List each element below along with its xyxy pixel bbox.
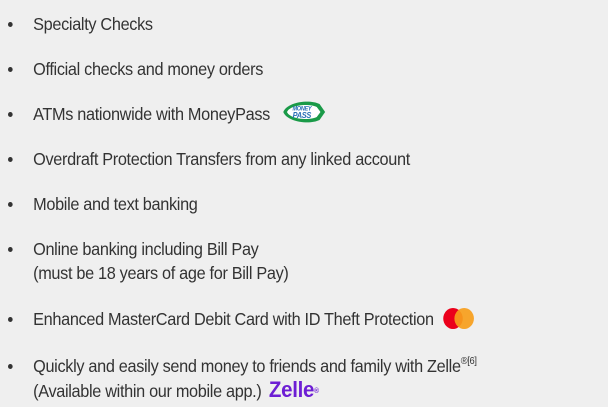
bullet-icon: [8, 67, 13, 72]
list-item-text: Overdraft Protection Transfers from any …: [33, 147, 410, 171]
zelle-logo-text: Zelle: [268, 377, 315, 402]
list-item-text: Official checks and money orders: [33, 57, 263, 81]
list-item-line: Online banking including Bill Pay: [33, 239, 259, 259]
list-item-line: Quickly and easily send money to friends…: [33, 356, 461, 376]
zelle-registered-mark: ®: [314, 388, 319, 395]
list-item-line: Official checks and money orders: [33, 59, 264, 79]
moneypass-logo: MONEY PASS: [281, 100, 326, 124]
mastercard-logo: [443, 306, 482, 330]
mastercard-orange-circle: [454, 308, 474, 330]
bullet-icon: [8, 364, 13, 369]
list-item-line: Specialty Checks: [33, 14, 153, 34]
bullet-icon: [8, 157, 13, 162]
list-item-line: ATMs nationwide with MoneyPass: [33, 104, 270, 124]
zelle-footnote: ®[6]: [460, 356, 477, 368]
list-item-line: Enhanced MasterCard Debit Card with ID T…: [33, 309, 434, 329]
list-item-line: Mobile and text banking: [33, 194, 198, 214]
bullet-icon: [8, 22, 13, 27]
bullet-icon: [8, 202, 13, 207]
list-item-line: Overdraft Protection Transfers from any …: [33, 149, 410, 169]
bullet-icon: [8, 112, 13, 117]
list-item-text: Specialty Checks: [33, 12, 153, 36]
list-item-text: Online banking including Bill Pay (must …: [33, 237, 289, 285]
moneypass-logo-text-bottom: PASS: [292, 111, 312, 120]
bullet-icon: [8, 317, 13, 322]
bullet-icon: [8, 247, 13, 252]
list-item-text: ATMs nationwide with MoneyPass MONEY PAS…: [33, 100, 326, 127]
list-item-line: (must be 18 years of age for Bill Pay): [33, 263, 289, 283]
list-item-text: Mobile and text banking: [33, 192, 198, 216]
list-item-text: Enhanced MasterCard Debit Card with ID T…: [33, 307, 482, 332]
list-item-text: Quickly and easily send money to friends…: [33, 354, 477, 403]
list-item-line: (Available within our mobile app.): [33, 381, 262, 401]
zelle-logo: Zelle®: [269, 377, 319, 402]
